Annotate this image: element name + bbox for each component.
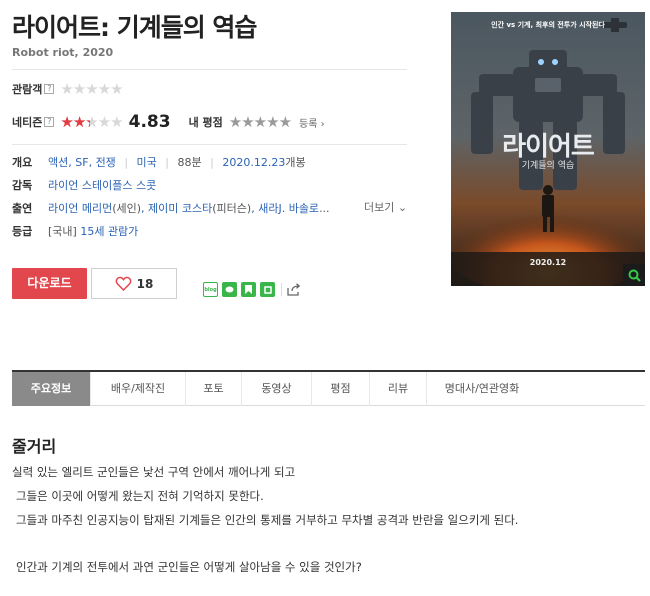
netizen-score: 4.83 — [128, 112, 171, 132]
like-button[interactable]: 18 — [91, 268, 177, 299]
zoom-poster-button[interactable] — [623, 264, 645, 286]
actor-link[interactable]: 새라J. 바솔로 — [258, 202, 319, 215]
chevron-right-icon: › — [320, 118, 325, 130]
genre-link[interactable]: 전쟁 — [96, 156, 116, 169]
divider — [12, 144, 407, 145]
more-cast-link[interactable]: 더보기 ⌄ — [364, 199, 407, 215]
talk-share-icon[interactable] — [222, 282, 237, 297]
cast-label: 출연 — [12, 202, 33, 215]
actor-link[interactable]: 라이언 메리먼 — [48, 202, 112, 215]
bookmark-share-icon[interactable] — [241, 282, 256, 297]
netizen-stars: ★★★★★ ★★★★★ — [60, 112, 123, 131]
tab-cast-crew[interactable]: 배우/제작진 — [91, 372, 186, 406]
separator: | — [165, 156, 169, 169]
grade-values: [국내] 15세 관람가 — [48, 223, 138, 239]
tab-review[interactable]: 리뷰 — [370, 372, 427, 406]
director-label: 감독 — [12, 179, 33, 192]
separator: | — [124, 156, 129, 169]
blog-share-icon[interactable]: blog — [203, 282, 218, 297]
grade-prefix: [국내] — [48, 225, 77, 238]
divider — [12, 69, 407, 70]
share-bar: blog — [203, 282, 305, 297]
tab-photo[interactable]: 포토 — [186, 372, 242, 406]
overview-values: 액션, SF, 전쟁 | 미국 | 88분 | 2020.12.23개봉 — [48, 156, 306, 169]
cast-values: 라이언 메리먼(세인), 제이미 코스타(피터슨), 새라J. 바솔로... — [48, 202, 330, 215]
grade-link[interactable]: 15세 관람가 — [80, 225, 138, 238]
original-title: Robot riot, 2020 — [12, 46, 114, 59]
my-rating-label: 내 평점 — [188, 116, 223, 129]
poster-subtitle: 기계들의 역습 — [521, 161, 575, 171]
synopsis-line: 그들과 마주친 인공지능이 탑재된 기계들은 인간의 통제를 거부하고 무차별 … — [16, 513, 519, 527]
help-icon[interactable]: ? — [44, 117, 55, 127]
synopsis-heading: 줄거리 — [12, 437, 57, 456]
like-count: 18 — [136, 276, 154, 291]
poster-date: 2020.12 — [529, 258, 567, 267]
genre-link[interactable]: SF — [75, 156, 88, 169]
divider — [281, 283, 282, 296]
netizen-rating-row: 네티즌 ? ★★★★★ ★★★★★ 4.83 내 평점 ★★★★★ 등록 › — [12, 112, 325, 132]
register-rating-link[interactable]: 등록 › — [299, 115, 325, 130]
grade-label: 등급 — [12, 225, 33, 238]
separator: | — [210, 156, 214, 169]
tab-main-info[interactable]: 주요정보 — [12, 372, 91, 406]
director-link[interactable]: 라이언 스테이플스 스콧 — [48, 177, 156, 193]
movie-title: 라이어트: 기계들의 역습 — [12, 13, 257, 42]
tab-bar: 주요정보 배우/제작진 포토 동영상 평점 리뷰 명대사/연관영화 — [12, 370, 645, 406]
netizen-label: 네티즌 — [12, 116, 43, 129]
runtime: 88분 — [177, 156, 202, 169]
help-icon[interactable]: ? — [44, 84, 55, 94]
synopsis-line: 그들은 이곳에 어떻게 왔는지 전혀 기억하지 못한다. — [16, 489, 264, 503]
actor-link[interactable]: 제이미 코스타 — [148, 202, 212, 215]
search-icon — [628, 269, 641, 282]
my-rating-stars[interactable]: ★★★★★ — [229, 114, 292, 130]
overview-label: 개요 — [12, 156, 33, 169]
release-date-link[interactable]: 2020.12.23 — [222, 156, 285, 169]
genre-link[interactable]: 액션 — [48, 156, 68, 169]
synopsis-line: 인간과 기계의 전투에서 과연 군인들은 어떻게 살아남을 수 있을 것인가? — [16, 560, 362, 574]
audience-rating-row: 관람객 ? ★★★★★ — [12, 79, 124, 98]
audience-stars: ★★★★★ — [60, 79, 123, 98]
heart-icon — [115, 276, 132, 291]
synopsis-line: 실력 있는 엘리트 군인들은 낯선 구역 안에서 깨어나게 되고 — [12, 465, 296, 479]
chevron-down-icon: ⌄ — [397, 201, 408, 214]
movie-poster[interactable]: 인간 vs 기계, 최후의 전투가 시작된다 라이어트 기계들의 역습 2020… — [451, 12, 645, 286]
keep-share-icon[interactable] — [260, 282, 275, 297]
poster-tagline: 인간 vs 기계, 최후의 전투가 시작된다 — [491, 21, 605, 29]
tab-video[interactable]: 동영상 — [242, 372, 312, 406]
download-button[interactable]: 다운로드 — [12, 268, 87, 299]
audience-label: 관람객 — [12, 83, 43, 96]
tab-quotes-related[interactable]: 명대사/연관영화 — [427, 372, 537, 406]
tab-rating[interactable]: 평점 — [312, 372, 370, 406]
release-suffix: 개봉 — [285, 156, 306, 169]
country-link[interactable]: 미국 — [137, 156, 157, 169]
share-icon[interactable] — [286, 282, 301, 297]
